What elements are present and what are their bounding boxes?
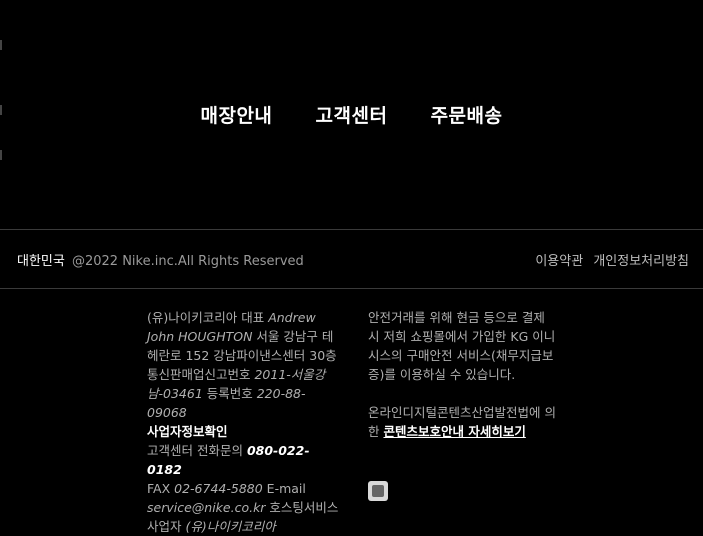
nav-store-locator[interactable]: 매장안내 <box>200 101 272 128</box>
legal-links: 이용약관 개인정보처리방침 <box>529 250 689 269</box>
fax-number: 02-6744-5880 <box>174 481 263 496</box>
country-selector[interactable]: 대한민국 <box>17 254 65 269</box>
cs-phone-label: 고객센터 전화문의 <box>147 443 247 458</box>
legal-bar: 대한민국 @2022 Nike.inc.All Rights Reserved … <box>0 230 703 289</box>
copyright-text: @2022 Nike.inc.All Rights Reserved <box>71 254 304 269</box>
legal-left: 대한민국 @2022 Nike.inc.All Rights Reserved <box>17 250 304 269</box>
edge-marker <box>0 150 2 160</box>
biz-number-label: 등록번호 <box>202 386 257 401</box>
email-label: E-mail <box>262 481 306 496</box>
biz-info-check-link[interactable]: 사업자정보확인 <box>147 424 228 439</box>
escrow-notice: 안전거래를 위해 현금 등으로 결제 시 저희 쇼핑몰에서 가입한 KG 이니시… <box>368 308 558 441</box>
fax-label: FAX <box>147 481 175 496</box>
footer-nav-links: 매장안내 고객센터 주문배송 <box>0 101 703 128</box>
registration-label: 통신판매업신고번호 <box>147 367 255 382</box>
hosting-provider: (유)나이키코리아 <box>185 519 276 534</box>
nav-order-delivery[interactable]: 주문배송 <box>431 101 503 128</box>
email-address: service@nike.co.kr <box>147 500 266 515</box>
privacy-link[interactable]: 개인정보처리방침 <box>593 254 689 269</box>
escrow-badge-icon[interactable] <box>368 481 388 501</box>
edge-marker <box>0 40 2 50</box>
nav-customer-service[interactable]: 고객센터 <box>316 101 388 128</box>
escrow-text: 안전거래를 위해 현금 등으로 결제 시 저희 쇼핑몰에서 가입한 KG 이니시… <box>368 310 556 382</box>
company-line1-a: (유)나이키코리아 대표 <box>147 310 269 325</box>
terms-link[interactable]: 이용약관 <box>535 254 583 269</box>
content-protection: 온라인디지털콘텐츠산업발전법에 의한 콘텐츠보호안내 자세히보기 <box>368 403 558 441</box>
company-info: (유)나이키코리아 대표 Andrew John HOUGHTON 서울 강남구… <box>147 308 343 536</box>
footer-top-nav: 매장안내 고객센터 주문배송 <box>0 0 703 230</box>
content-protection-link[interactable]: 콘텐츠보호안내 자세히보기 <box>383 424 525 439</box>
